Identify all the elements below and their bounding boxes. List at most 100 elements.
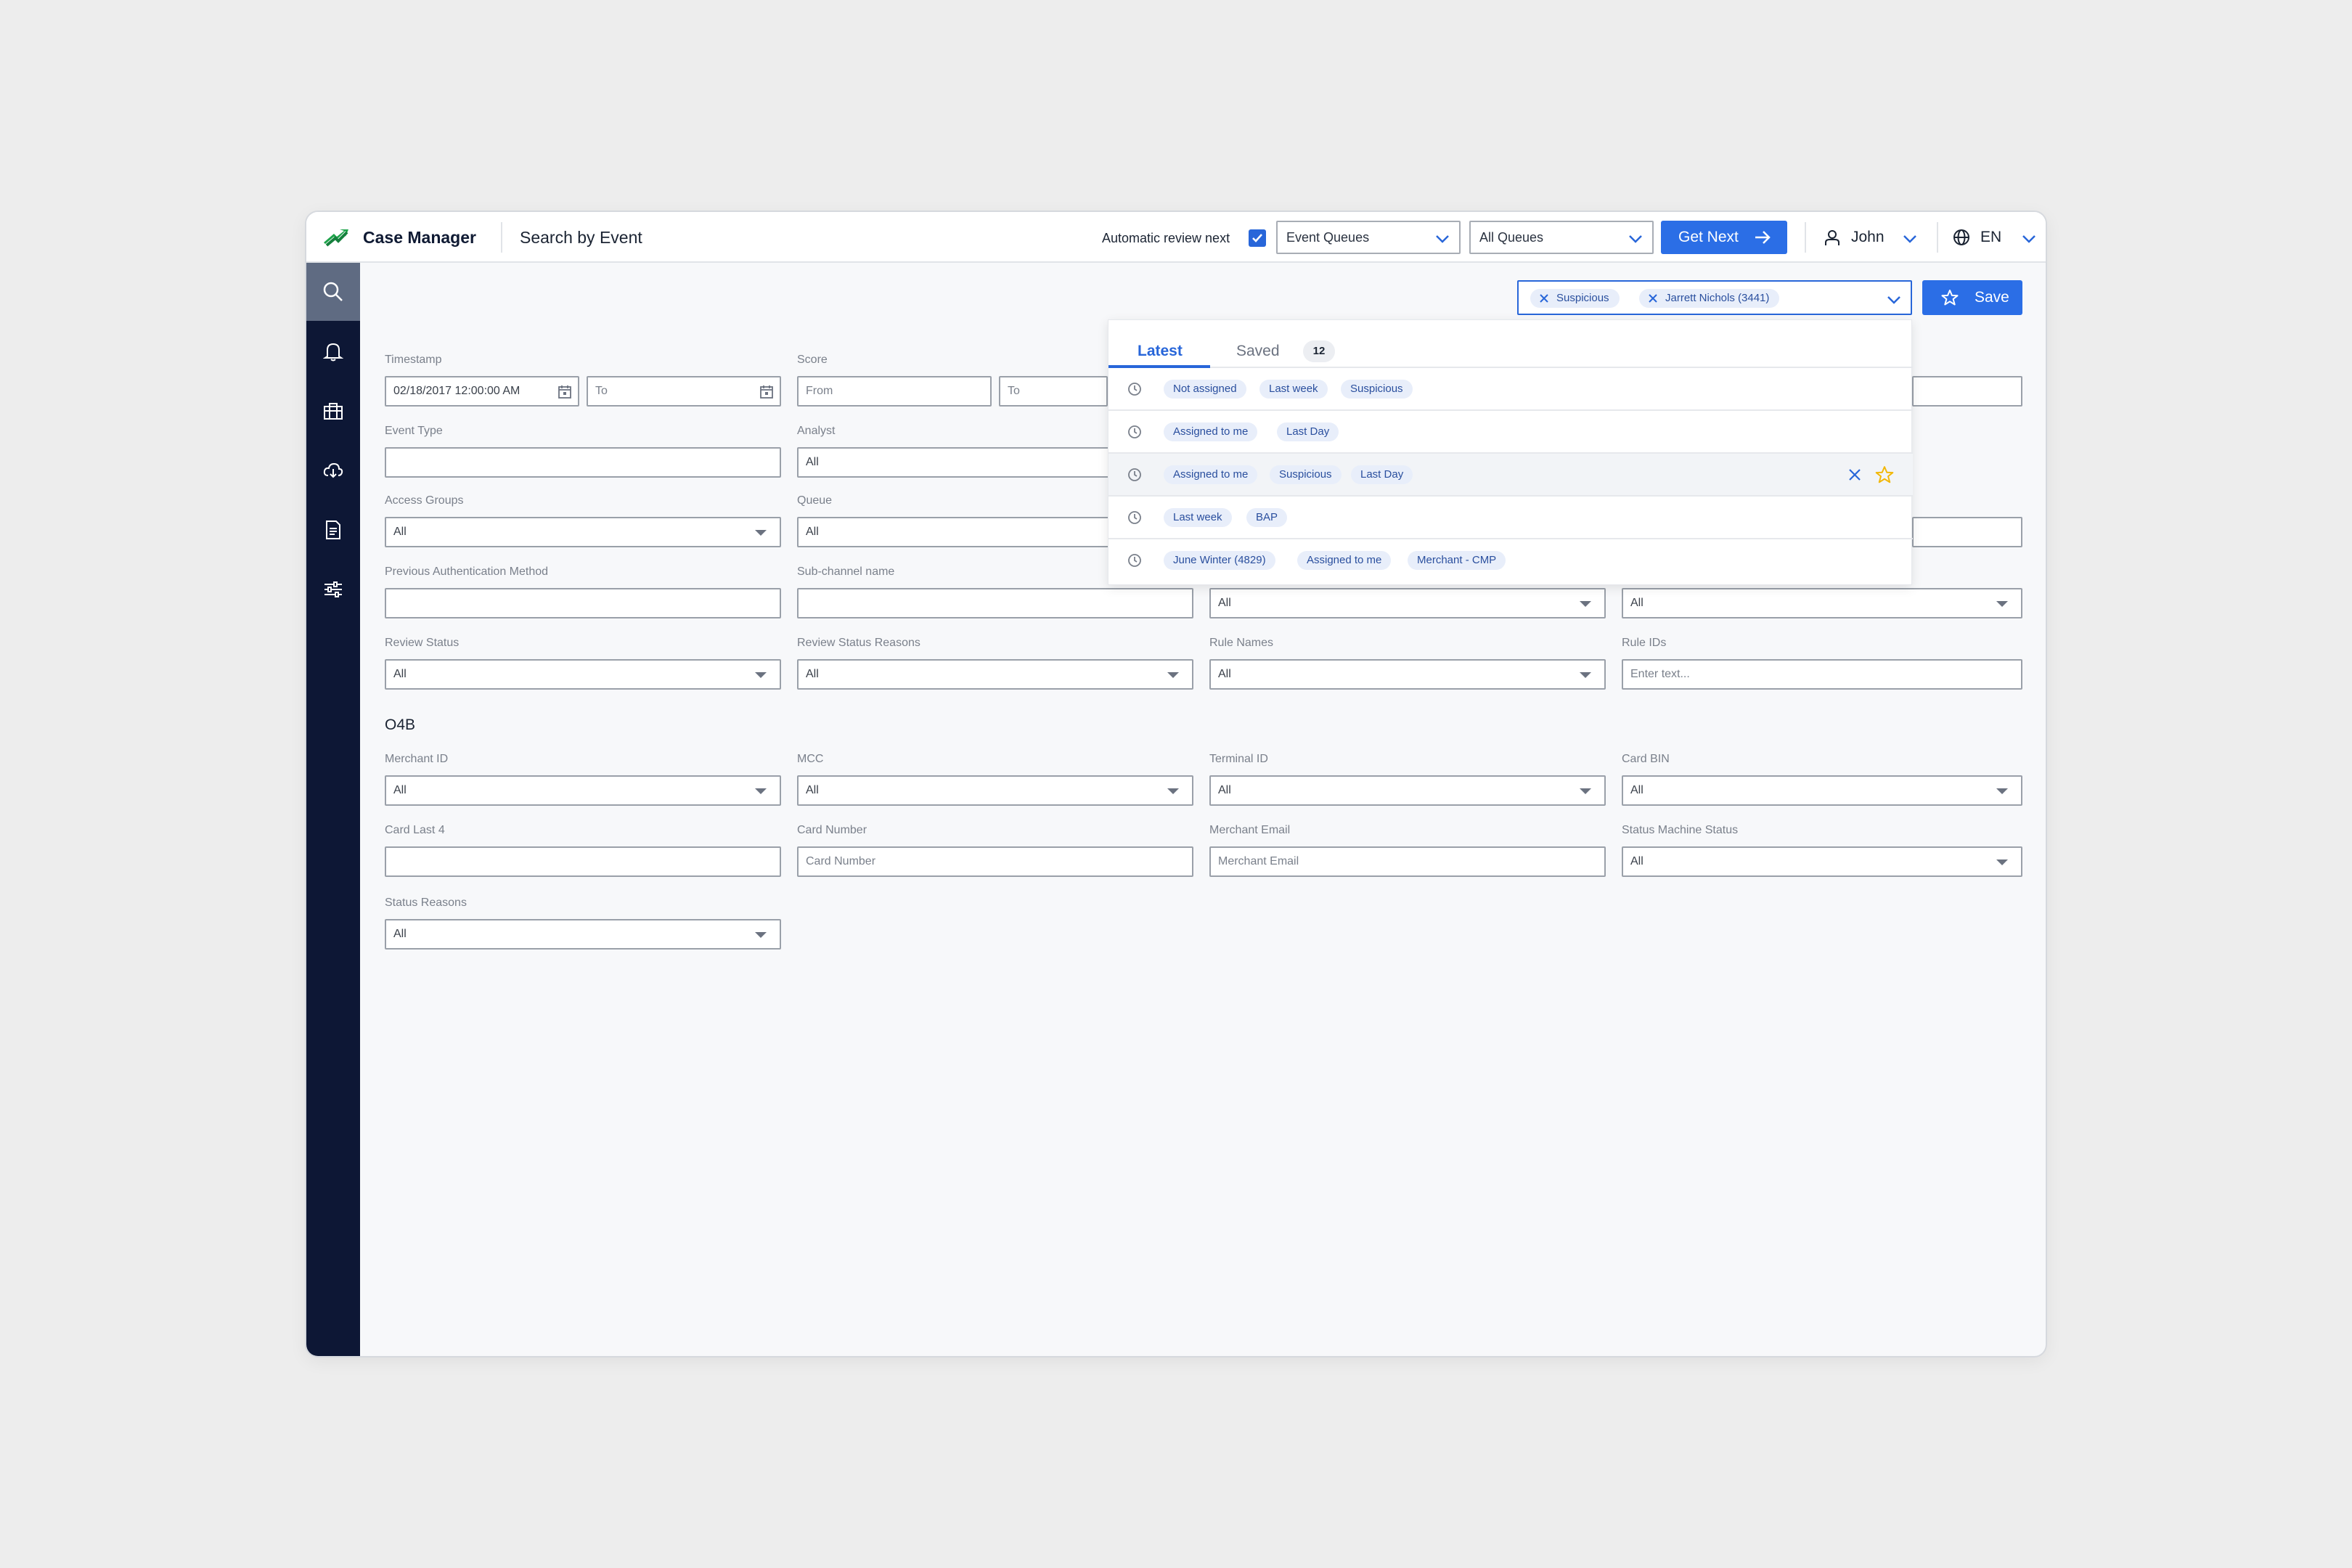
calendar-icon[interactable] bbox=[558, 385, 572, 399]
close-icon[interactable] bbox=[1648, 293, 1658, 303]
timestamp-from-field[interactable]: 02/18/2017 12:00:00 AM bbox=[385, 376, 579, 407]
analyst-select[interactable]: All bbox=[797, 447, 1109, 478]
header-divider bbox=[1937, 222, 1938, 253]
sidebar-item-notifications[interactable] bbox=[306, 322, 360, 380]
row4-col4-select[interactable]: All bbox=[1622, 588, 2022, 618]
event-type-field[interactable] bbox=[385, 447, 781, 478]
app-logo-icon bbox=[324, 229, 348, 247]
prev-auth-label: Previous Authentication Method bbox=[385, 565, 549, 578]
header-divider bbox=[1805, 222, 1806, 253]
card-bin-select[interactable]: All bbox=[1622, 775, 2022, 806]
sidebar-item-search[interactable] bbox=[306, 263, 360, 321]
history-tag: Last week bbox=[1164, 508, 1232, 527]
review-status-reasons-value: All bbox=[806, 668, 819, 680]
history-tag: June Winter (4829) bbox=[1164, 551, 1275, 570]
partial-field[interactable] bbox=[1912, 517, 2022, 547]
caret-down-icon bbox=[1996, 788, 2008, 794]
access-groups-label: Access Groups bbox=[385, 494, 464, 507]
chevron-down-icon[interactable] bbox=[1886, 292, 1902, 308]
language-menu[interactable]: EN bbox=[1953, 222, 2037, 253]
mcc-value: All bbox=[806, 784, 819, 796]
active-filters-select[interactable]: Suspicious Jarrett Nichols (3441) bbox=[1517, 280, 1912, 315]
merchant-id-label: Merchant ID bbox=[385, 753, 449, 765]
history-tag: Suspicious bbox=[1270, 465, 1342, 484]
review-status-select[interactable]: All bbox=[385, 659, 781, 690]
bell-icon bbox=[323, 343, 343, 362]
language-value: EN bbox=[1980, 229, 2002, 245]
get-next-button[interactable]: Get Next bbox=[1661, 221, 1787, 254]
rule-names-label: Rule Names bbox=[1209, 637, 1274, 649]
partial-field[interactable] bbox=[1912, 376, 2022, 407]
mcc-select[interactable]: All bbox=[797, 775, 1193, 806]
sub-channel-field[interactable] bbox=[797, 588, 1193, 618]
rule-ids-input[interactable]: Enter text... bbox=[1622, 659, 2022, 690]
filter-chip-label: Suspicious bbox=[1556, 292, 1609, 304]
user-name: John bbox=[1851, 229, 1885, 245]
review-status-reasons-select[interactable]: All bbox=[797, 659, 1193, 690]
delete-icon[interactable] bbox=[1847, 467, 1862, 482]
event-queues-select[interactable]: Event Queues bbox=[1276, 221, 1461, 254]
arrow-right-icon bbox=[1755, 231, 1771, 244]
merchant-email-input[interactable]: Merchant Email bbox=[1209, 846, 1606, 877]
auto-review-checkbox[interactable] bbox=[1249, 229, 1266, 247]
download-icon bbox=[323, 462, 343, 478]
terminal-id-select[interactable]: All bbox=[1209, 775, 1606, 806]
caret-down-icon bbox=[1996, 859, 2008, 865]
chevron-down-icon bbox=[1629, 235, 1642, 243]
status-reasons-select[interactable]: All bbox=[385, 919, 781, 950]
row4-col4-value: All bbox=[1630, 597, 1643, 609]
merchant-id-select[interactable]: All bbox=[385, 775, 781, 806]
sidebar-item-cases[interactable] bbox=[306, 382, 360, 440]
tab-saved[interactable]: Saved bbox=[1236, 342, 1280, 361]
mcc-label: MCC bbox=[797, 753, 824, 765]
app-window: Case Manager Search by Event Automatic r… bbox=[305, 211, 2047, 1357]
status-machine-status-value: All bbox=[1630, 855, 1643, 867]
row4-col3-select[interactable]: All bbox=[1209, 588, 1606, 618]
history-row[interactable]: Not assigned Last week Suspicious bbox=[1108, 368, 1913, 411]
card-last4-field[interactable] bbox=[385, 846, 781, 877]
calendar-icon[interactable] bbox=[759, 385, 774, 399]
user-menu[interactable]: John bbox=[1824, 222, 1918, 253]
globe-icon bbox=[1953, 229, 1969, 245]
clock-icon bbox=[1128, 554, 1141, 567]
history-tag: BAP bbox=[1246, 508, 1288, 527]
card-number-input[interactable]: Card Number bbox=[797, 846, 1193, 877]
queue-select[interactable]: All bbox=[797, 517, 1109, 547]
history-row[interactable]: Assigned to me Suspicious Last Day bbox=[1108, 454, 1913, 497]
tab-latest[interactable]: Latest bbox=[1138, 342, 1183, 361]
rule-names-select[interactable]: All bbox=[1209, 659, 1606, 690]
caret-down-icon bbox=[755, 530, 767, 536]
status-machine-status-label: Status Machine Status bbox=[1622, 824, 1739, 836]
sidebar-item-reports[interactable] bbox=[306, 501, 360, 559]
sidebar-item-download[interactable] bbox=[306, 441, 360, 499]
history-row[interactable]: Assigned to me Last Day bbox=[1108, 411, 1913, 454]
score-to-field[interactable]: To bbox=[999, 376, 1108, 407]
chevron-down-icon bbox=[1436, 235, 1449, 243]
history-row[interactable]: June Winter (4829) Assigned to me Mercha… bbox=[1108, 539, 1913, 582]
prev-auth-field[interactable] bbox=[385, 588, 781, 618]
timestamp-to-field[interactable]: To bbox=[587, 376, 781, 407]
filter-chip[interactable]: Jarrett Nichols (3441) bbox=[1639, 289, 1780, 308]
status-machine-status-select[interactable]: All bbox=[1622, 846, 2022, 877]
caret-down-icon bbox=[1580, 788, 1591, 794]
analyst-label: Analyst bbox=[797, 425, 836, 437]
save-button[interactable]: Save bbox=[1922, 280, 2022, 315]
all-queues-select[interactable]: All Queues bbox=[1469, 221, 1654, 254]
score-from-field[interactable]: From bbox=[797, 376, 992, 407]
document-icon bbox=[326, 520, 340, 539]
close-icon[interactable] bbox=[1539, 293, 1549, 303]
history-row[interactable]: Last week BAP bbox=[1108, 497, 1913, 539]
score-label: Score bbox=[797, 354, 828, 366]
briefcase-icon bbox=[324, 403, 343, 420]
status-reasons-value: All bbox=[393, 928, 407, 940]
caret-down-icon bbox=[1996, 601, 2008, 607]
sliders-icon bbox=[324, 581, 342, 597]
caret-down-icon bbox=[755, 788, 767, 794]
saved-count-badge: 12 bbox=[1303, 340, 1335, 362]
star-icon[interactable] bbox=[1875, 465, 1894, 484]
access-groups-select[interactable]: All bbox=[385, 517, 781, 547]
search-icon bbox=[323, 282, 343, 301]
sidebar-item-settings[interactable] bbox=[306, 560, 360, 618]
filter-chip[interactable]: Suspicious bbox=[1530, 289, 1620, 308]
history-tag: Assigned to me bbox=[1297, 551, 1392, 570]
